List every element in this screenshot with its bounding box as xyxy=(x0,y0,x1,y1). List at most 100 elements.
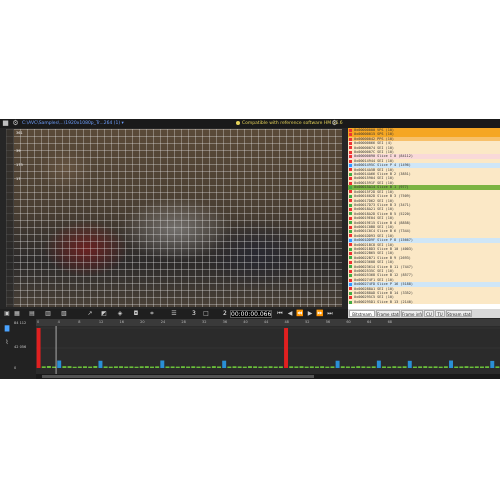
frame-bar[interactable] xyxy=(366,366,371,368)
frame-bar[interactable] xyxy=(376,360,381,368)
transform-icon[interactable]: ⌗ xyxy=(148,310,156,318)
frame-bar[interactable] xyxy=(144,366,149,368)
frame-bar[interactable] xyxy=(206,366,211,368)
split-icon[interactable]: ◩ xyxy=(100,310,108,318)
frame-bar[interactable] xyxy=(103,366,108,368)
settings-icon[interactable]: ⚙ xyxy=(12,120,19,127)
frame-bar[interactable] xyxy=(345,366,350,368)
last-frame-icon[interactable]: ⏭ xyxy=(326,310,334,318)
frame-bar[interactable] xyxy=(320,366,325,368)
frame-bar[interactable] xyxy=(402,366,407,368)
play-icon[interactable]: ▶ xyxy=(306,310,314,318)
frame-bar[interactable] xyxy=(72,366,77,368)
frame-bar[interactable] xyxy=(88,366,93,368)
tab-bitstream[interactable]: Bitstream xyxy=(349,310,375,317)
frame-bar[interactable] xyxy=(294,366,299,368)
frame-bar[interactable] xyxy=(134,366,139,368)
frame-bar[interactable] xyxy=(77,366,82,368)
frame-bar[interactable] xyxy=(93,366,98,368)
prev-frame-icon[interactable]: ⏪ xyxy=(296,310,304,318)
frame-bar[interactable] xyxy=(330,366,335,368)
frame-size-timeline[interactable]: ▇ ⌇ 84 112 42 056 0 0 4 8 12 16 20 24 28 32 36 40 4… xyxy=(0,319,500,379)
frame-bar[interactable] xyxy=(289,366,294,368)
frame-bar[interactable] xyxy=(113,366,118,368)
frame-bar[interactable] xyxy=(490,360,495,368)
frame-bar[interactable] xyxy=(237,366,242,368)
frame-bar[interactable] xyxy=(232,366,237,368)
frame-bar[interactable] xyxy=(41,366,46,368)
frame-bar[interactable] xyxy=(304,366,309,368)
first-frame-icon[interactable]: ⏮ xyxy=(276,310,284,318)
frame-bar[interactable] xyxy=(309,366,314,368)
frame-bar[interactable] xyxy=(371,366,376,368)
frame-bar[interactable] xyxy=(392,366,397,368)
timecode-field[interactable]: 00:00:00.066 xyxy=(230,310,272,318)
frame-bar[interactable] xyxy=(196,366,201,368)
frame-bar[interactable] xyxy=(407,360,412,368)
layers-icon[interactable]: ▤ xyxy=(28,310,36,318)
frame-bar[interactable] xyxy=(180,366,185,368)
frame-bar[interactable] xyxy=(443,366,448,368)
frame-ruler[interactable]: 0 4 8 12 16 20 24 28 32 36 40 44 48 52 56 60 64 68 xyxy=(36,319,500,326)
folder-icon[interactable]: ■ xyxy=(2,120,9,127)
frame-bar[interactable] xyxy=(191,366,196,368)
frame-bar[interactable] xyxy=(170,366,175,368)
frame-bar[interactable] xyxy=(129,366,134,368)
file-path-label[interactable]: C:\AVC\Samples\...\1920x1080p_Tr...264 (… xyxy=(22,119,124,128)
frame-bar[interactable] xyxy=(387,366,392,368)
frame-bar[interactable] xyxy=(201,366,206,368)
frame-bar[interactable] xyxy=(340,366,345,368)
frame-bar[interactable] xyxy=(454,366,459,368)
tile-icon[interactable]: ▧ xyxy=(60,310,68,318)
frame-bar[interactable] xyxy=(67,366,72,368)
tab-stream-stats[interactable]: Stream stats xyxy=(446,310,472,317)
tab-tu[interactable]: TU xyxy=(435,310,445,317)
frame-bar[interactable] xyxy=(242,366,247,368)
frame-bar[interactable] xyxy=(433,366,438,368)
frame-bar[interactable] xyxy=(469,366,474,368)
frame-bar[interactable] xyxy=(438,366,443,368)
frame-bar[interactable] xyxy=(459,366,464,368)
frame-bar[interactable] xyxy=(186,366,191,368)
frame-bar[interactable] xyxy=(268,366,273,368)
frame-bar[interactable] xyxy=(227,366,232,368)
frame-bar[interactable] xyxy=(175,366,180,368)
frame-bar[interactable] xyxy=(62,366,67,368)
split-view-icon[interactable]: ▣ xyxy=(3,310,11,318)
frame-bar[interactable] xyxy=(155,366,160,368)
tab-frame-info[interactable]: Frame info xyxy=(401,310,423,317)
residual-icon[interactable]: ◘ xyxy=(132,310,140,318)
frame-bar[interactable] xyxy=(108,366,113,368)
frame-bar[interactable] xyxy=(315,366,319,368)
frame-bar[interactable] xyxy=(263,366,268,368)
frame-bar[interactable] xyxy=(247,366,252,368)
frame-bar[interactable] xyxy=(253,366,258,368)
frame-bar[interactable] xyxy=(351,366,356,368)
frame-bar[interactable] xyxy=(335,360,340,368)
frame-bar[interactable] xyxy=(98,360,103,368)
frame-bar[interactable] xyxy=(479,366,484,368)
nal-unit-row[interactable]: 0x000295D1 Slice B 13 (2140) xyxy=(348,299,500,305)
frame-bar[interactable] xyxy=(46,366,51,368)
frame-bar[interactable] xyxy=(278,366,283,368)
frame-bar[interactable] xyxy=(258,366,263,368)
frame-bar[interactable] xyxy=(418,366,423,368)
frame-bar[interactable] xyxy=(474,366,479,368)
frame-bar[interactable] xyxy=(217,366,221,368)
frame-bar[interactable] xyxy=(273,366,278,368)
bar-chart-icon[interactable]: ▇ xyxy=(3,325,11,333)
frame-bar[interactable] xyxy=(423,366,428,368)
gear-icon[interactable]: ⚙ xyxy=(331,120,338,127)
step-back-icon[interactable]: ◀ xyxy=(286,310,294,318)
frame-bar[interactable] xyxy=(139,366,144,368)
video-frame-view[interactable]: 361 39 173 17 xyxy=(6,129,342,307)
frame-bar[interactable] xyxy=(36,328,41,368)
frame-bar[interactable] xyxy=(119,366,124,368)
stats-icon[interactable]: ▥ xyxy=(44,310,52,318)
frame-bar[interactable] xyxy=(165,366,170,368)
frame-bar[interactable] xyxy=(495,366,500,368)
frame-bar[interactable] xyxy=(325,366,330,368)
frame-bar[interactable] xyxy=(150,366,154,368)
frame-bar[interactable] xyxy=(412,366,417,368)
frame-bar[interactable] xyxy=(356,366,361,368)
